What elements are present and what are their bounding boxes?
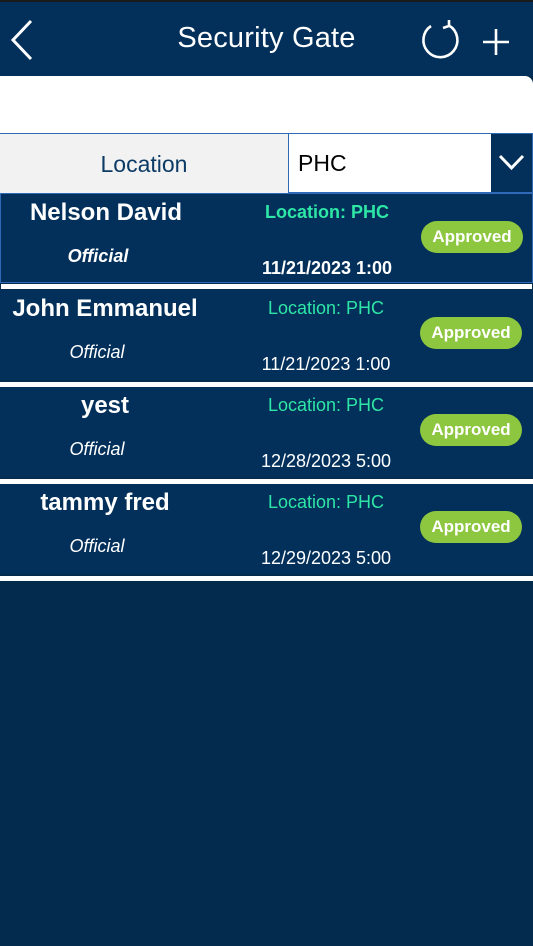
refresh-icon[interactable] <box>418 18 464 64</box>
visit-datetime: 12/28/2023 5:00 <box>260 451 392 471</box>
search-input[interactable] <box>0 76 533 133</box>
app-screen: Security Gate Location PHC Nelson David … <box>0 0 533 946</box>
list-item[interactable]: tammy fred Official Location: PHC 12/29/… <box>0 484 533 581</box>
visitor-name: Nelson David <box>29 199 183 226</box>
visitor-type: Official <box>69 439 125 459</box>
add-plus-icon[interactable] <box>481 27 511 57</box>
location-dropdown-value: PHC <box>298 150 347 176</box>
visitor-location: Location: PHC <box>267 492 385 512</box>
dropdown-button[interactable] <box>491 134 532 192</box>
status-badge: Approved <box>420 414 522 446</box>
visitor-type: Official <box>69 536 125 556</box>
visit-datetime: 11/21/2023 1:00 <box>261 258 393 278</box>
header-bar: Security Gate <box>0 0 533 76</box>
visitor-type: Official <box>67 246 129 266</box>
visitor-location: Location: PHC <box>265 202 389 222</box>
visit-datetime: 12/29/2023 5:00 <box>260 548 392 568</box>
status-badge: Approved <box>420 317 522 349</box>
gate-entry-list: Nelson David Official Location: PHC 11/2… <box>0 193 533 581</box>
location-filter-label: Location <box>0 133 288 193</box>
visitor-name: John Emmanuel <box>12 295 198 322</box>
list-item[interactable]: yest Official Location: PHC 12/28/2023 5… <box>0 387 533 484</box>
visitor-name: yest <box>80 392 130 419</box>
location-filter-row: Location PHC <box>0 133 533 193</box>
list-item[interactable]: Nelson David Official Location: PHC 11/2… <box>0 193 533 289</box>
visit-datetime: 11/21/2023 1:00 <box>261 354 391 374</box>
status-badge: Approved <box>421 221 523 253</box>
visitor-name: tammy fred <box>40 489 170 516</box>
list-item[interactable]: John Emmanuel Official Location: PHC 11/… <box>0 290 533 387</box>
visitor-location: Location: PHC <box>267 298 385 318</box>
visitor-location: Location: PHC <box>267 395 385 415</box>
visitor-type: Official <box>69 342 125 362</box>
status-badge: Approved <box>420 511 522 543</box>
chevron-down-icon <box>498 154 525 171</box>
location-dropdown[interactable]: PHC <box>288 133 533 193</box>
